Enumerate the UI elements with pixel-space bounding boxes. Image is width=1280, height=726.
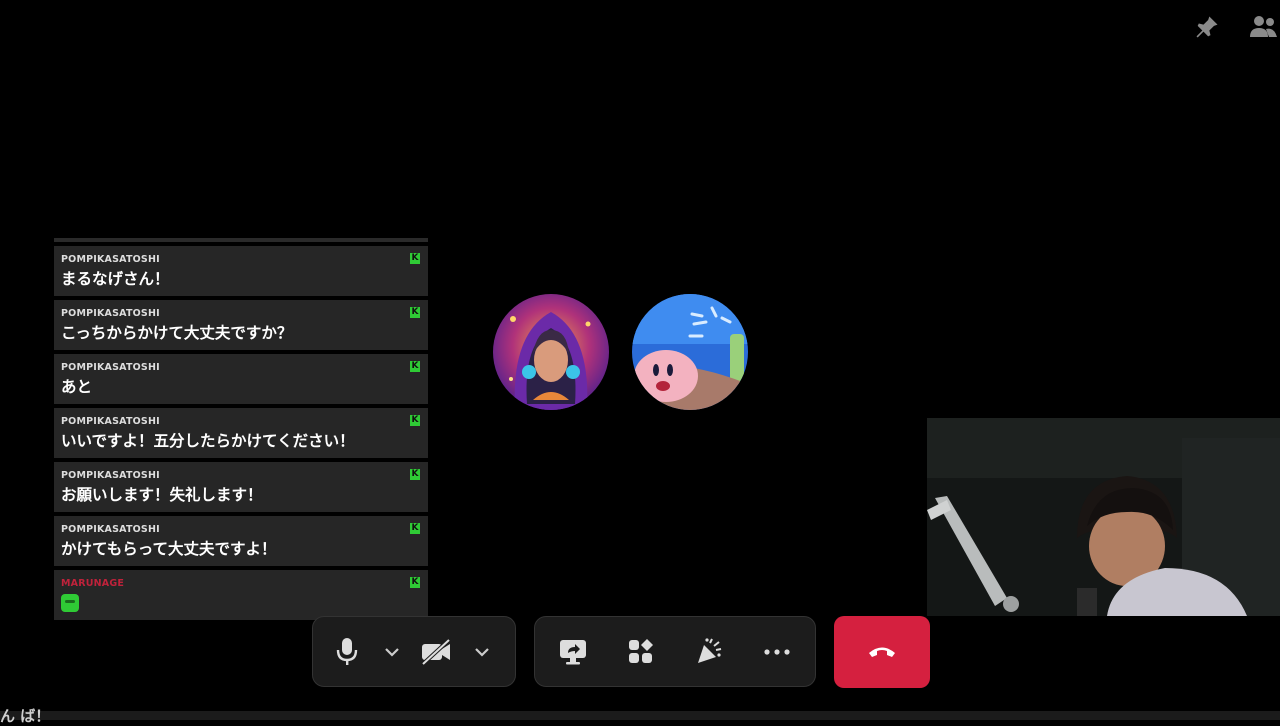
microphone-icon — [336, 637, 358, 665]
members-icon[interactable] — [1246, 10, 1280, 44]
disconnect-button[interactable] — [834, 616, 930, 688]
chat-message: POMPIKASATOSHI いいですよ！五分したらかけてください！ K — [54, 408, 428, 458]
kick-badge-icon: K — [410, 523, 420, 534]
camera-options-button[interactable] — [469, 617, 495, 686]
mic-options-button[interactable] — [381, 617, 403, 686]
chat-author: POMPIKASATOSHI — [61, 362, 160, 373]
chat-author: POMPIKASATOSHI — [61, 254, 160, 265]
more-icon — [764, 648, 790, 655]
mute-button[interactable] — [313, 617, 381, 686]
chat-top-divider — [54, 238, 428, 242]
chat-text: あと — [61, 378, 93, 396]
call-actions — [534, 616, 816, 687]
camera-toggle-button[interactable] — [403, 617, 469, 686]
voice-video-controls — [312, 616, 516, 687]
top-right-controls — [1190, 10, 1280, 44]
camera-feed-icon — [927, 418, 1280, 616]
hangup-icon — [869, 647, 895, 657]
screen-share-button[interactable] — [540, 617, 606, 686]
bottom-caption: ん ば！ — [0, 707, 51, 725]
chat-author: MARUNAGE — [61, 578, 125, 589]
soundboard-button[interactable] — [676, 617, 742, 686]
kick-badge-icon: K — [410, 577, 420, 588]
chat-text: まるなげさん！ — [61, 270, 170, 288]
chat-message: POMPIKASATOSHI あと K — [54, 354, 428, 404]
chat-message: POMPIKASATOSHI まるなげさん！ K — [54, 246, 428, 296]
more-options-button[interactable] — [744, 617, 810, 686]
kirby-avatar-icon — [632, 294, 748, 410]
kick-badge-icon: K — [410, 469, 420, 480]
chevron-down-icon — [385, 647, 399, 657]
green-cup-sticker-icon — [61, 594, 79, 612]
participant-avatar[interactable] — [632, 294, 748, 410]
participant-avatar[interactable] — [493, 294, 609, 410]
self-camera-preview — [927, 418, 1280, 616]
activities-icon — [629, 638, 653, 663]
chat-author: POMPIKASATOSHI — [61, 524, 160, 535]
chat-message: POMPIKASATOSHI お願いします！失礼します！ K — [54, 462, 428, 512]
kick-badge-icon: K — [410, 361, 420, 372]
activities-button[interactable] — [608, 617, 674, 686]
camera-off-icon — [421, 638, 451, 665]
chat-text: こっちからかけて大丈夫ですか？ — [61, 324, 293, 342]
bottom-bar — [0, 711, 1280, 720]
chat-author: POMPIKASATOSHI — [61, 416, 160, 427]
chat-author: POMPIKASATOSHI — [61, 308, 160, 319]
chat-text: かけてもらって大丈夫ですよ！ — [61, 540, 277, 558]
kick-badge-icon: K — [410, 253, 420, 264]
chat-message: MARUNAGE K — [54, 570, 428, 620]
soundboard-icon — [698, 637, 722, 663]
chevron-down-icon — [475, 647, 489, 657]
kick-badge-icon: K — [410, 307, 420, 318]
chat-author: POMPIKASATOSHI — [61, 470, 160, 481]
chat-text: お願いします！失礼します！ — [61, 486, 263, 504]
kick-badge-icon: K — [410, 415, 420, 426]
anime-hooded-avatar-icon — [493, 294, 609, 410]
pin-icon[interactable] — [1190, 10, 1224, 44]
chat-overlay: POMPIKASATOSHI まるなげさん！ K POMPIKASATOSHI … — [54, 238, 428, 624]
chat-message: POMPIKASATOSHI かけてもらって大丈夫ですよ！ K — [54, 516, 428, 566]
chat-message: POMPIKASATOSHI こっちからかけて大丈夫ですか？ K — [54, 300, 428, 350]
screen-share-icon — [560, 639, 586, 664]
chat-text: いいですよ！五分したらかけてください！ — [61, 432, 355, 450]
